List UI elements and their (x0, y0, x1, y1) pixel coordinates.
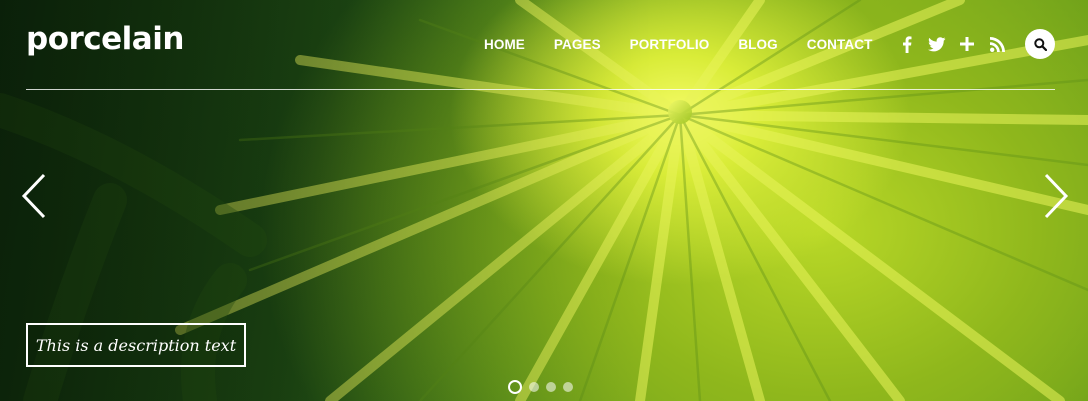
slide-caption: This is a description text (26, 323, 246, 367)
main-nav: HOME PAGES PORTFOLIO BLOG CONTACT (484, 37, 872, 52)
slide-caption-text: This is a description text (35, 335, 237, 355)
twitter-icon[interactable] (928, 34, 946, 54)
slider-pagination (508, 380, 573, 394)
chevron-right-icon (1044, 173, 1069, 219)
nav-contact[interactable]: CONTACT (807, 37, 873, 52)
google-plus-icon[interactable] (958, 34, 976, 54)
nav-blog[interactable]: BLOG (738, 37, 777, 52)
social-links (898, 34, 1006, 54)
hero-slider: porcelain HOME PAGES PORTFOLIO BLOG CONT… (0, 0, 1088, 401)
slider-dot-4[interactable] (563, 382, 573, 392)
site-logo[interactable]: porcelain (26, 24, 184, 55)
nav-pages[interactable]: PAGES (554, 37, 601, 52)
slider-dot-3[interactable] (546, 382, 556, 392)
nav-portfolio[interactable]: PORTFOLIO (630, 37, 710, 52)
nav-home[interactable]: HOME (484, 37, 525, 52)
header-divider (26, 89, 1055, 90)
search-icon (1033, 37, 1047, 51)
slider-next-button[interactable] (1042, 172, 1070, 220)
slider-dot-2[interactable] (529, 382, 539, 392)
slider-dot-1[interactable] (508, 380, 522, 394)
slider-prev-button[interactable] (20, 172, 48, 220)
rss-icon[interactable] (988, 34, 1006, 54)
chevron-left-icon (21, 173, 46, 219)
facebook-icon[interactable] (898, 34, 916, 54)
search-button[interactable] (1025, 29, 1055, 59)
